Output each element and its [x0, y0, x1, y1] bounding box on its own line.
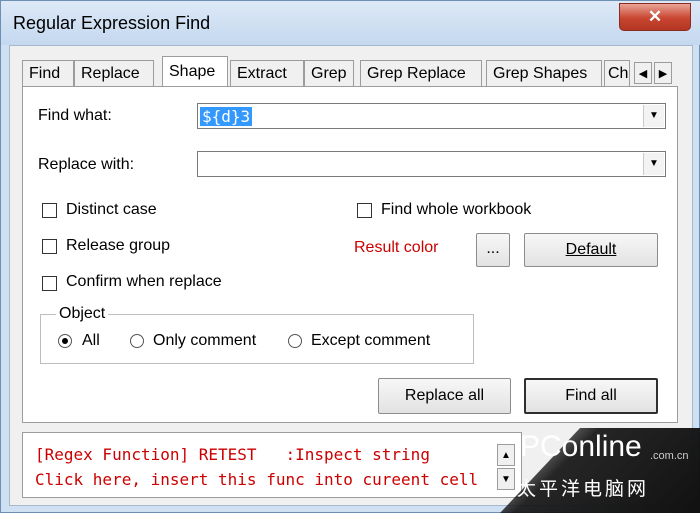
object-except-comment-radio[interactable] [288, 334, 302, 348]
find-whole-workbook-checkbox[interactable] [357, 203, 372, 218]
tab-scroll-right-button[interactable]: ▶ [654, 62, 672, 84]
object-all-label[interactable]: All [82, 332, 100, 350]
tab-grep[interactable]: Grep [304, 60, 354, 86]
close-button[interactable]: ✕ [619, 3, 691, 31]
object-all-radio[interactable] [58, 334, 72, 348]
scroll-down-button[interactable]: ▼ [497, 468, 515, 490]
object-except-comment-label[interactable]: Except comment [311, 332, 430, 350]
find-dropdown-arrow-icon[interactable]: ▼ [643, 105, 664, 127]
distinct-case-checkbox[interactable] [42, 203, 57, 218]
window-title: Regular Expression Find [13, 13, 211, 33]
tab-replace[interactable]: Replace [74, 60, 154, 86]
tab-shape[interactable]: Shape [162, 56, 228, 87]
title-bar[interactable]: Regular Expression Find ✕ [1, 1, 700, 45]
tab-find[interactable]: Find [22, 60, 74, 86]
function-hint-spin: ▲ ▼ [497, 444, 515, 490]
replace-all-button[interactable]: Replace all [378, 378, 511, 414]
find-what-label: Find what: [38, 107, 112, 124]
tab-grep-replace[interactable]: Grep Replace [360, 60, 482, 86]
result-color-label: Result color [354, 239, 439, 256]
replace-with-combo[interactable]: ▼ [197, 151, 666, 177]
tab-ch[interactable]: Ch [604, 60, 630, 86]
confirm-replace-checkbox[interactable] [42, 276, 57, 291]
tab-grep-shapes[interactable]: Grep Shapes [486, 60, 602, 86]
replace-dropdown-arrow-icon[interactable]: ▼ [643, 153, 664, 175]
radio-selected-dot-icon [62, 338, 68, 344]
release-group-label[interactable]: Release group [66, 237, 170, 255]
function-hint-box[interactable]: [Regex Function] RETEST :Inspect string … [22, 432, 522, 498]
result-color-browse-button[interactable]: ... [476, 233, 510, 267]
replace-with-label: Replace with: [38, 156, 135, 173]
find-what-combo[interactable]: ${d}3 ▼ [197, 103, 666, 129]
function-hint-line-1[interactable]: [Regex Function] RETEST :Inspect string [35, 445, 430, 464]
tab-extract[interactable]: Extract [230, 60, 304, 86]
find-whole-workbook-label[interactable]: Find whole workbook [381, 201, 531, 219]
default-color-button[interactable]: Default [524, 233, 658, 267]
object-only-comment-label[interactable]: Only comment [153, 332, 256, 350]
release-group-checkbox[interactable] [42, 239, 57, 254]
scroll-up-button[interactable]: ▲ [497, 444, 515, 466]
confirm-replace-label[interactable]: Confirm when replace [66, 273, 222, 291]
find-all-button[interactable]: Find all [524, 378, 658, 414]
watermark-tagline: 太平洋电脑网 [517, 479, 650, 500]
object-group-legend: Object [56, 305, 109, 323]
tab-scroll-left-button[interactable]: ◀ [634, 62, 652, 84]
find-what-value[interactable]: ${d}3 [200, 107, 253, 126]
watermark-domain: .com.cn [650, 450, 689, 462]
function-hint-line-2[interactable]: Click here, insert this func into cureen… [35, 470, 478, 489]
watermark-brand: PConline [520, 430, 642, 463]
distinct-case-label[interactable]: Distinct case [66, 201, 157, 219]
object-only-comment-radio[interactable] [130, 334, 144, 348]
